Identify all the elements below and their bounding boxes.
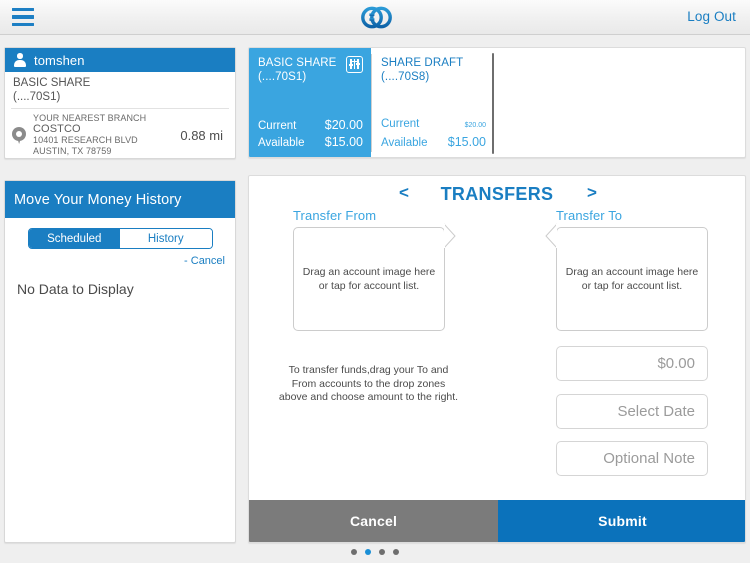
branch-street: 10401 RESEARCH BLVD <box>33 135 138 145</box>
history-segmented-control: Scheduled History <box>27 228 213 249</box>
transfer-instructions: To transfer funds,drag your To and From … <box>278 364 459 403</box>
page-title: TRANSFERS <box>440 184 554 204</box>
card-available-value: $15.00 <box>324 135 363 149</box>
hamburger-menu-icon[interactable] <box>12 8 34 26</box>
card-balances: Current $20.00 Available $15.00 <box>258 117 363 151</box>
card-available-label: Available <box>258 137 305 149</box>
move-money-history-panel: Move Your Money History Scheduled Histor… <box>4 180 236 543</box>
transfer-from-dropzone[interactable]: Drag an account image here or tap for ac… <box>293 227 445 331</box>
card-current-value: $20.00 <box>464 122 486 129</box>
branch-city-state-zip: AUSTIN, TX 78759 <box>33 146 112 156</box>
to-bubble-pointer-icon <box>544 223 558 249</box>
history-cancel-link[interactable]: - Cancel <box>5 249 235 267</box>
hamburger-bar <box>12 15 34 19</box>
top-bar: Log Out <box>0 0 750 35</box>
dropzone-hint: Drag an account image here or tap for ac… <box>565 266 699 292</box>
tab-history[interactable]: History <box>120 229 212 248</box>
transfers-panel: < TRANSFERS > Transfer From Transfer To … <box>248 175 746 543</box>
nearest-branch-block[interactable]: YOUR NEAREST BRANCH COSTCO 10401 RESEARC… <box>5 109 235 157</box>
branch-distance: 0.88 mi <box>180 127 223 143</box>
card-available-row: Available $15.00 <box>258 134 363 151</box>
tab-scheduled[interactable]: Scheduled <box>28 229 120 248</box>
account-card-share-draft[interactable]: SHARE DRAFT (....70S8) Current $20.00 Av… <box>372 48 494 157</box>
card-current-label: Current <box>381 118 420 130</box>
next-screen-arrow[interactable]: > <box>587 183 597 203</box>
card-available-value: $15.00 <box>447 135 486 149</box>
pagination-dot-active[interactable] <box>365 549 371 555</box>
history-panel-title: Move Your Money History <box>5 181 235 218</box>
person-icon <box>13 53 26 67</box>
pagination-dot[interactable] <box>351 549 357 555</box>
hamburger-bar <box>12 8 34 12</box>
from-bubble-pointer-icon <box>443 223 457 249</box>
transfer-from-label: Transfer From <box>293 208 377 223</box>
note-input[interactable]: Optional Note <box>556 441 708 476</box>
username-label: tomshen <box>34 52 85 68</box>
card-strip-scrollbar[interactable] <box>492 53 494 154</box>
transfer-to-label: Transfer To <box>556 208 623 223</box>
history-empty-message: No Data to Display <box>17 281 134 297</box>
logout-button[interactable]: Log Out <box>687 9 736 24</box>
account-summary-panel: tomshen BASIC SHARE (....70S1) YOUR NEAR… <box>4 47 236 159</box>
card-title: SHARE DRAFT <box>381 57 464 69</box>
card-available-row: Available $15.00 <box>381 134 486 151</box>
dropzone-hint: Drag an account image here or tap for ac… <box>302 266 436 292</box>
transfer-to-dropzone[interactable]: Drag an account image here or tap for ac… <box>556 227 708 331</box>
map-pin-icon <box>11 125 27 145</box>
pagination-dots <box>0 549 750 555</box>
cancel-button[interactable]: Cancel <box>249 500 498 542</box>
card-current-label: Current <box>258 120 297 132</box>
account-number: (....70S1) <box>13 90 61 103</box>
account-card-strip[interactable]: BASIC SHARE (....70S1) Current $20.00 Av… <box>248 47 746 158</box>
amount-input[interactable]: $0.00 <box>556 346 708 381</box>
date-input[interactable]: Select Date <box>556 394 708 429</box>
account-user-header[interactable]: tomshen <box>5 48 235 72</box>
hamburger-bar <box>12 22 34 26</box>
account-card-basic-share[interactable]: BASIC SHARE (....70S1) Current $20.00 Av… <box>249 48 371 157</box>
card-current-value: $20.00 <box>324 118 363 132</box>
card-current-row: Current $20.00 <box>258 117 363 134</box>
credit-union-logo-icon <box>358 4 396 31</box>
card-current-row: Current $20.00 <box>381 116 486 134</box>
submit-button[interactable]: Submit <box>498 500 745 542</box>
card-available-label: Available <box>381 137 428 149</box>
pagination-dot[interactable] <box>379 549 385 555</box>
app-root: Log Out tomshen BASIC SHARE (....70S1) Y… <box>0 0 750 563</box>
card-number: (....70S8) <box>381 71 430 83</box>
action-button-row: Cancel Submit <box>249 500 745 542</box>
branch-address: YOUR NEAREST BRANCH COSTCO 10401 RESEARC… <box>33 113 180 157</box>
account-name-block: BASIC SHARE (....70S1) <box>5 72 235 104</box>
branch-name: COSTCO <box>33 123 81 135</box>
equalizer-settings-icon[interactable] <box>346 56 363 73</box>
account-name: BASIC SHARE <box>13 77 91 89</box>
card-balances: Current $20.00 Available $15.00 <box>381 116 486 151</box>
pagination-dot[interactable] <box>393 549 399 555</box>
